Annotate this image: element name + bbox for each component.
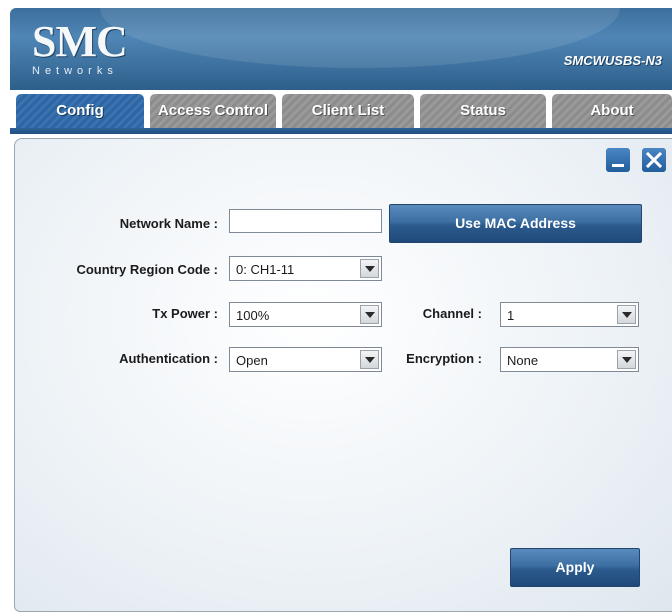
network-name-input[interactable] (229, 209, 382, 233)
country-region-label: Country Region Code : (76, 262, 218, 277)
app-header: SMC Networks SMCWUSBS-N3 (10, 8, 672, 90)
tab-bar: Config Access Control Client List Status… (10, 92, 672, 132)
close-icon[interactable] (642, 148, 666, 172)
tx-power-select[interactable]: 100% (229, 302, 382, 327)
tab-config[interactable]: Config (16, 94, 144, 128)
chevron-down-icon[interactable] (360, 350, 379, 369)
tab-about[interactable]: About (552, 94, 672, 128)
networks-logo-text: Networks (32, 65, 118, 77)
apply-button[interactable]: Apply (510, 548, 640, 587)
encryption-select[interactable]: None (500, 347, 639, 372)
encryption-label: Encryption : (406, 351, 482, 366)
channel-label: Channel : (422, 306, 482, 321)
chevron-down-icon[interactable] (360, 305, 379, 324)
country-region-select[interactable]: 0: CH1-11 (229, 256, 382, 281)
use-mac-address-button[interactable]: Use MAC Address (389, 204, 642, 243)
model-name: SMCWUSBS-N3 (563, 53, 662, 68)
authentication-select[interactable]: Open (229, 347, 382, 372)
channel-select[interactable]: 1 (500, 302, 639, 327)
encryption-value: None (507, 353, 539, 368)
authentication-label: Authentication : (119, 351, 218, 366)
tx-power-label: Tx Power : (152, 306, 218, 321)
chevron-down-icon[interactable] (617, 305, 636, 324)
network-name-label: Network Name : (119, 216, 218, 231)
channel-value: 1 (507, 308, 515, 323)
tab-client-list[interactable]: Client List (282, 94, 414, 128)
tab-access-control[interactable]: Access Control (150, 94, 276, 128)
tab-underline (10, 128, 672, 134)
minimize-icon[interactable] (606, 148, 630, 172)
chevron-down-icon[interactable] (617, 350, 636, 369)
smc-logo: SMC (32, 17, 128, 66)
tx-power-value: 100% (236, 308, 270, 323)
header-decoration (100, 8, 620, 68)
chevron-down-icon[interactable] (360, 259, 379, 278)
authentication-value: Open (236, 353, 268, 368)
tab-status[interactable]: Status (420, 94, 546, 128)
country-region-value: 0: CH1-11 (236, 262, 295, 277)
